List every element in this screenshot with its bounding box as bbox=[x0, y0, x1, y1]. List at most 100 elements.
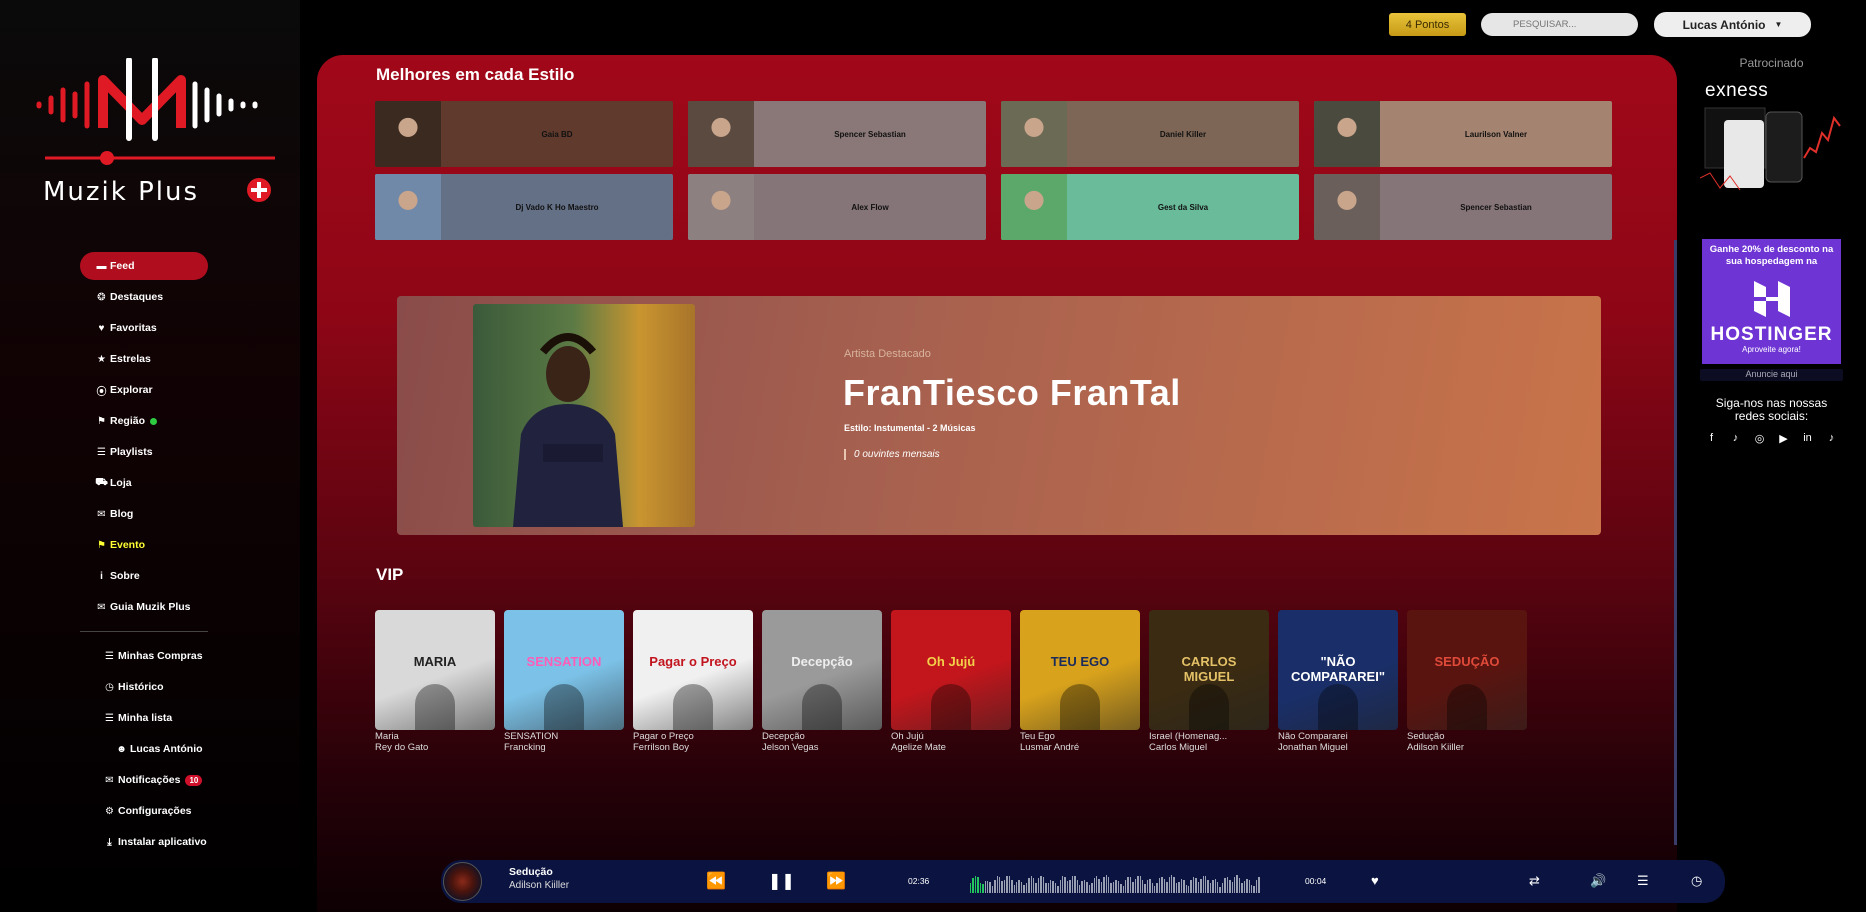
artist-style-card[interactable]: Alex Flow bbox=[688, 174, 986, 240]
featured-artist-name[interactable]: FranTiesco FranTal bbox=[843, 372, 1181, 414]
sidebar-item-regi-o[interactable]: ⚑ Região bbox=[80, 407, 208, 435]
main-scrollbar[interactable] bbox=[1674, 240, 1677, 845]
sidebar-item-lucas-ant-nio[interactable]: ☻ Lucas António bbox=[80, 735, 208, 763]
repeat-icon[interactable]: ⇄ bbox=[1529, 873, 1540, 889]
facebook-icon[interactable]: f bbox=[1705, 431, 1719, 445]
instagram-icon[interactable]: ◎ bbox=[1753, 431, 1767, 445]
tiktok-icon[interactable]: ♪ bbox=[1825, 431, 1839, 445]
artist-thumbnail bbox=[688, 174, 754, 240]
waveform-bar bbox=[1110, 882, 1112, 893]
cover-art-text: Oh Jujú bbox=[926, 654, 976, 669]
next-icon[interactable]: ⏩ bbox=[826, 871, 846, 891]
track-title: Sedução bbox=[1407, 731, 1445, 742]
user-menu-button[interactable]: Lucas António ▼ bbox=[1654, 12, 1811, 37]
vip-track[interactable]: CARLOS MIGUEL Israel (Homenag... Carlos Mi… bbox=[1149, 610, 1269, 753]
trading-chart-graphic bbox=[1700, 107, 1841, 191]
advertise-link[interactable]: Anuncie aqui bbox=[1700, 369, 1843, 381]
waveform-seekbar[interactable] bbox=[970, 871, 1260, 893]
track-artist[interactable]: Carlos Miguel bbox=[1149, 742, 1269, 753]
vip-track[interactable]: SEDUÇÃO Sedução Adilson Kiiller bbox=[1407, 610, 1527, 753]
points-button[interactable]: 4 Pontos bbox=[1389, 13, 1466, 36]
waveform-bar bbox=[986, 880, 989, 893]
muzik-plus-logo[interactable]: Muzik Plus bbox=[35, 58, 280, 228]
artist-style-card[interactable]: Laurilson Valner bbox=[1314, 101, 1612, 167]
queue-icon[interactable]: ☰ bbox=[1637, 873, 1649, 889]
sidebar-item-estrelas[interactable]: ★ Estrelas bbox=[80, 345, 208, 373]
track-artist[interactable]: Ferrilson Boy bbox=[633, 742, 753, 753]
sidebar-item-guia-muzik-plus[interactable]: ✉ Guia Muzik Plus bbox=[80, 593, 208, 621]
sidebar-item-blog[interactable]: ✉ Blog bbox=[80, 500, 208, 528]
sidebar-item-evento[interactable]: ⚑ Evento bbox=[80, 531, 208, 559]
vip-track[interactable]: MARIA Maria Rey do Gato bbox=[375, 610, 495, 753]
waveform-bar bbox=[1209, 883, 1212, 893]
sidebar-item-favoritas[interactable]: ♥ Favoritas bbox=[80, 314, 208, 342]
tiktok-icon[interactable]: ♪ bbox=[1729, 431, 1743, 445]
sidebar-item-loja[interactable]: ⛟ Loja bbox=[80, 469, 208, 497]
hostinger-ad[interactable]: Ganhe 20% de desconto na sua hospedagem … bbox=[1700, 222, 1843, 367]
album-cover: Pagar o Preço bbox=[633, 610, 753, 730]
previous-icon[interactable]: ⏪ bbox=[706, 871, 726, 891]
sidebar-item-destaques[interactable]: ❂ Destaques bbox=[80, 283, 208, 311]
vip-track[interactable]: SENSATION SENSATION Francking bbox=[504, 610, 624, 753]
waveform-bar bbox=[1236, 875, 1238, 893]
vip-track[interactable]: Decepção Decepção Jelson Vegas bbox=[762, 610, 882, 753]
search-input[interactable] bbox=[1481, 13, 1638, 36]
waveform-bar bbox=[1161, 876, 1163, 893]
artist-style-card[interactable]: Spencer Sebastian bbox=[1314, 174, 1612, 240]
artist-style-card[interactable]: Gaia BD bbox=[375, 101, 673, 167]
vip-track[interactable]: "NÃO COMPARAREI" Não Compararei Jonathan M… bbox=[1278, 610, 1398, 753]
album-cover: Oh Jujú bbox=[891, 610, 1011, 730]
track-artist[interactable]: Rey do Gato bbox=[375, 742, 495, 753]
pause-icon[interactable]: ❚❚ bbox=[768, 871, 795, 891]
waveform-bar bbox=[1011, 879, 1013, 893]
track-title: Não Compararei bbox=[1278, 731, 1348, 742]
waveform-bar bbox=[1001, 880, 1003, 893]
sidebar-item-playlists[interactable]: ☰ Playlists bbox=[80, 438, 208, 466]
heart-icon[interactable]: ♥ bbox=[1371, 873, 1379, 888]
sidebar-item-notifica-es[interactable]: ✉ Notificações 10 bbox=[80, 766, 208, 794]
waveform-bar bbox=[1120, 883, 1122, 893]
vip-track[interactable]: TEU EGO Teu Ego Lusmar André bbox=[1020, 610, 1140, 753]
sidebar-item-explorar[interactable]: ⦿ Explorar bbox=[80, 376, 208, 404]
youtube-icon[interactable]: ▶ bbox=[1777, 431, 1791, 445]
artist-style-card[interactable]: Gest da Silva bbox=[1001, 174, 1299, 240]
sidebar-item-instalar-aplicativo[interactable]: ⤓ Instalar aplicativo bbox=[80, 828, 208, 856]
volume-icon[interactable]: 🔊 bbox=[1590, 873, 1606, 889]
track-artist[interactable]: Adilson Kiiller bbox=[1407, 742, 1527, 753]
track-artist[interactable]: Francking bbox=[504, 742, 624, 753]
waveform-bar bbox=[1212, 879, 1214, 893]
hostinger-cta: Aproveite agora! bbox=[1742, 345, 1801, 354]
track-artist[interactable]: Agelize Mate bbox=[891, 742, 1011, 753]
sidebar-item-hist-rico[interactable]: ◷ Histórico bbox=[80, 673, 208, 701]
sidebar-item-configura-es[interactable]: ⚙ Configurações bbox=[80, 797, 208, 825]
waveform-bar bbox=[977, 877, 979, 893]
vip-track[interactable]: Pagar o Preço Pagar o Preço Ferrilson Boy bbox=[633, 610, 753, 753]
track-title: Oh Jujú bbox=[891, 731, 924, 742]
main-content: Melhores em cada Estilo Gaia BD Spencer S… bbox=[317, 55, 1677, 912]
cover-figure bbox=[544, 684, 584, 730]
track-artist[interactable]: Jonathan Miguel bbox=[1278, 742, 1398, 753]
social-icons: f ♪ ◎ ▶ in ♪ bbox=[1704, 431, 1839, 445]
linkedin-icon[interactable]: in bbox=[1801, 431, 1815, 445]
track-title: Teu Ego bbox=[1020, 731, 1055, 742]
track-artist[interactable]: Lusmar André bbox=[1020, 742, 1140, 753]
sidebar-item-minha-lista[interactable]: ☰ Minha lista bbox=[80, 704, 208, 732]
featured-artist-card[interactable]: Artista Destacado FranTiesco FranTal Est… bbox=[397, 296, 1601, 535]
artist-style-card[interactable]: Daniel Killer bbox=[1001, 101, 1299, 167]
now-playing-cover[interactable] bbox=[443, 862, 482, 901]
vip-track[interactable]: Oh Jujú Oh Jujú Agelize Mate bbox=[891, 610, 1011, 753]
artist-style-card[interactable]: Spencer Sebastian bbox=[688, 101, 986, 167]
sidebar-item-minhas-compras[interactable]: ☰ Minhas Compras bbox=[80, 642, 208, 670]
list-icon: ☰ bbox=[105, 712, 114, 724]
exness-ad[interactable]: exness bbox=[1700, 78, 1843, 216]
waveform-bar bbox=[1173, 877, 1175, 893]
artist-style-card[interactable]: Dj Vado K Ho Maestro bbox=[375, 174, 673, 240]
track-artist[interactable]: Jelson Vegas bbox=[762, 742, 882, 753]
sidebar-item-sobre[interactable]: i Sobre bbox=[80, 562, 208, 590]
sidebar-item-feed[interactable]: ▬ Feed bbox=[80, 252, 208, 280]
timer-icon[interactable]: ◷ bbox=[1691, 873, 1702, 889]
waveform-bar bbox=[1146, 880, 1149, 893]
album-cover: MARIA bbox=[375, 610, 495, 730]
waveform-bar bbox=[1154, 886, 1156, 893]
best-by-style-grid: Gaia BD Spencer Sebastian Daniel Killer Lau… bbox=[375, 101, 1618, 240]
